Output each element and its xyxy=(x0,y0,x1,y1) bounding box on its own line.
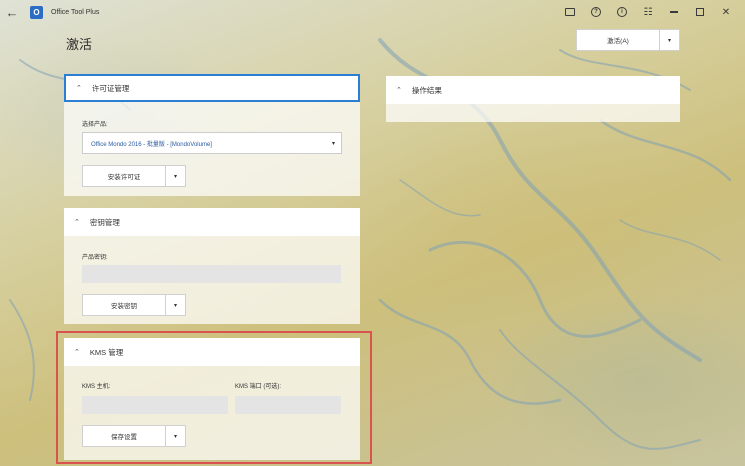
kms-port-label: KMS 端口 (可选): xyxy=(235,384,281,390)
title-bar: ← O Office Tool Plus ? i ☷ ✕ xyxy=(0,0,745,24)
chevron-down-icon: ▾ xyxy=(331,140,335,147)
about-button[interactable]: i xyxy=(609,0,635,24)
save-settings-split-button: 保存设置 ▾ xyxy=(82,425,186,447)
activate-split-button: 激活(A) ▾ xyxy=(576,29,680,51)
chevron-down-icon: ▾ xyxy=(173,302,177,309)
chevron-down-icon: ▾ xyxy=(667,37,671,44)
product-select[interactable]: Office Mondo 2016 - 批量版 - [MondoVolume] … xyxy=(82,132,342,154)
minimize-icon xyxy=(670,11,678,13)
install-license-dropdown-button[interactable]: ▾ xyxy=(165,166,185,186)
settings-button[interactable]: ☷ xyxy=(635,0,661,24)
chevron-down-icon: ▾ xyxy=(173,433,177,440)
minimize-button[interactable] xyxy=(661,0,687,24)
chevron-up-icon: ⌃ xyxy=(396,87,402,94)
activate-dropdown-button[interactable]: ▾ xyxy=(659,30,679,50)
license-panel-header[interactable]: ⌃ 许可证管理 xyxy=(64,74,360,102)
maximize-icon xyxy=(696,8,704,16)
info-icon: i xyxy=(617,7,627,17)
chevron-up-icon: ⌃ xyxy=(74,349,80,356)
chevron-up-icon: ⌃ xyxy=(76,85,82,92)
help-icon: ? xyxy=(591,7,601,17)
kms-host-label: KMS 主机: xyxy=(82,384,111,390)
install-key-split-button: 安装密钥 ▾ xyxy=(82,294,186,316)
back-button[interactable]: ← xyxy=(0,0,24,24)
help-button[interactable]: ? xyxy=(583,0,609,24)
back-arrow-icon: ← xyxy=(5,4,19,20)
close-icon: ✕ xyxy=(721,6,731,18)
key-panel-header[interactable]: ⌃ 密钥管理 xyxy=(64,208,360,236)
chevron-down-icon: ▾ xyxy=(173,173,177,180)
result-panel: ⌃ 操作结果 xyxy=(386,76,680,122)
result-panel-title: 操作结果 xyxy=(411,85,442,95)
kms-panel-header[interactable]: ⌃ KMS 管理 xyxy=(64,338,360,366)
license-panel: ⌃ 许可证管理 选择产品: Office Mondo 2016 - 批量版 - … xyxy=(64,74,360,196)
install-key-button[interactable]: 安装密钥 xyxy=(83,295,165,315)
install-key-dropdown-button[interactable]: ▾ xyxy=(165,295,185,315)
product-select-label: 选择产品: xyxy=(82,122,108,128)
install-license-button[interactable]: 安装许可证 xyxy=(83,166,165,186)
install-license-split-button: 安装许可证 ▾ xyxy=(82,165,186,187)
license-panel-title: 许可证管理 xyxy=(91,83,130,93)
feedback-button[interactable] xyxy=(557,0,583,24)
titlebar-actions: ? i ☷ ✕ xyxy=(557,0,739,24)
maximize-button[interactable] xyxy=(687,0,713,24)
settings-sliders-icon: ☷ xyxy=(643,6,653,18)
kms-host-input[interactable] xyxy=(82,396,228,414)
app-title: Office Tool Plus xyxy=(51,8,100,16)
product-select-value: Office Mondo 2016 - 批量版 - [MondoVolume] xyxy=(91,141,212,148)
kms-panel-title: KMS 管理 xyxy=(89,347,124,357)
save-settings-button[interactable]: 保存设置 xyxy=(83,426,165,446)
save-settings-dropdown-button[interactable]: ▾ xyxy=(165,426,185,446)
product-key-label: 产品密钥: xyxy=(82,255,108,261)
product-key-input[interactable] xyxy=(82,265,341,283)
kms-panel: ⌃ KMS 管理 KMS 主机: KMS 端口 (可选): 保存设置 ▾ xyxy=(64,338,360,460)
key-panel-title: 密钥管理 xyxy=(89,217,120,227)
chevron-up-icon: ⌃ xyxy=(74,219,80,226)
key-panel: ⌃ 密钥管理 产品密钥: 安装密钥 ▾ xyxy=(64,208,360,324)
result-panel-header[interactable]: ⌃ 操作结果 xyxy=(386,76,680,104)
kms-port-input[interactable] xyxy=(235,396,341,414)
app-logo-icon: O xyxy=(30,5,43,19)
chat-icon xyxy=(565,8,575,16)
page-title: 激活 xyxy=(66,37,93,52)
close-button[interactable]: ✕ xyxy=(713,0,739,24)
activate-button[interactable]: 激活(A) xyxy=(577,30,659,50)
